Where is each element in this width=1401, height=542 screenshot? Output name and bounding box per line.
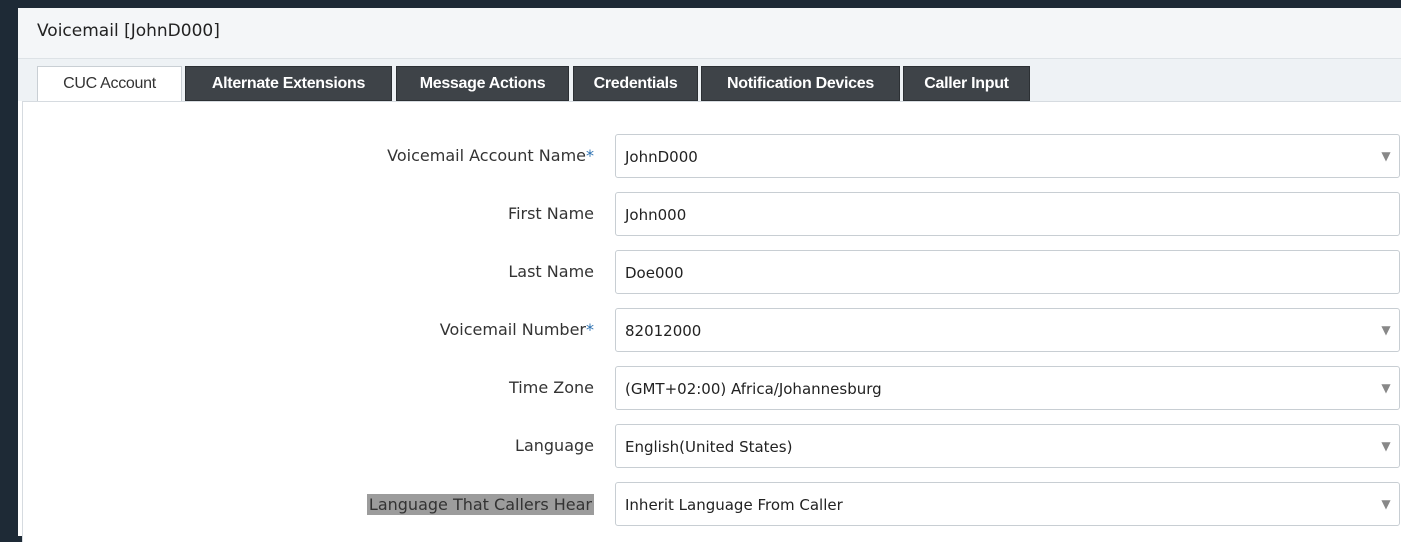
callers-language-value: Inherit Language From Caller <box>625 496 843 514</box>
triangle-down-icon[interactable]: ▼ <box>1373 483 1399 525</box>
triangle-down-icon[interactable]: ▼ <box>1373 367 1399 409</box>
tab-caller-input[interactable]: Caller Input <box>903 66 1030 101</box>
last-name-field[interactable]: Doe000 <box>615 250 1400 294</box>
page-title: Voicemail [JohnD000] <box>37 21 220 41</box>
language-select[interactable]: English(United States) ▼ <box>615 424 1400 468</box>
tab-message-actions[interactable]: Message Actions <box>396 66 569 101</box>
account-name-label: Voicemail Account Name* <box>387 146 594 165</box>
language-value: English(United States) <box>625 438 793 456</box>
triangle-down-icon[interactable]: ▼ <box>1373 309 1399 351</box>
account-name-value: JohnD000 <box>625 148 698 166</box>
voicemail-panel: Voicemail [JohnD000] CUC Account Alterna… <box>18 8 1401 542</box>
voicemail-number-value: 82012000 <box>625 322 702 340</box>
first-name-label: First Name <box>508 204 594 223</box>
callers-language-select[interactable]: Inherit Language From Caller ▼ <box>615 482 1400 526</box>
required-marker: * <box>586 146 594 165</box>
time-zone-select[interactable]: (GMT+02:00) Africa/Johannesburg ▼ <box>615 366 1400 410</box>
tab-credentials[interactable]: Credentials <box>573 66 698 101</box>
triangle-down-icon[interactable]: ▼ <box>1373 135 1399 177</box>
triangle-down-icon[interactable]: ▼ <box>1373 425 1399 467</box>
last-name-label: Last Name <box>508 262 594 281</box>
callers-language-label-text: Language That Callers Hear <box>368 495 592 514</box>
required-marker: * <box>586 320 594 339</box>
cuc-account-form: Voicemail Account Name* JohnD000 ▼ First… <box>22 101 1401 542</box>
time-zone-value: (GMT+02:00) Africa/Johannesburg <box>625 380 882 398</box>
last-name-label-text: Last Name <box>508 262 594 281</box>
voicemail-number-label: Voicemail Number* <box>440 320 594 339</box>
first-name-label-text: First Name <box>508 204 594 223</box>
first-name-field[interactable]: John000 <box>615 192 1400 236</box>
account-name-label-text: Voicemail Account Name <box>387 146 586 165</box>
tab-strip: CUC Account Alternate Extensions Message… <box>18 59 1401 102</box>
first-name-value: John000 <box>625 206 687 224</box>
language-label: Language <box>515 436 594 455</box>
callers-language-label: Language That Callers Hear <box>366 494 594 515</box>
title-bar: Voicemail [JohnD000] <box>18 8 1401 59</box>
time-zone-label-text: Time Zone <box>509 378 594 397</box>
voicemail-number-select[interactable]: 82012000 ▼ <box>615 308 1400 352</box>
voicemail-number-label-text: Voicemail Number <box>439 320 586 339</box>
last-name-value: Doe000 <box>625 264 684 282</box>
language-label-text: Language <box>515 436 594 455</box>
tab-notification-devices[interactable]: Notification Devices <box>701 66 900 101</box>
account-name-select[interactable]: JohnD000 ▼ <box>615 134 1400 178</box>
tab-cuc-account[interactable]: CUC Account <box>37 66 182 102</box>
tab-alternate-extensions[interactable]: Alternate Extensions <box>185 66 392 101</box>
time-zone-label: Time Zone <box>509 378 594 397</box>
